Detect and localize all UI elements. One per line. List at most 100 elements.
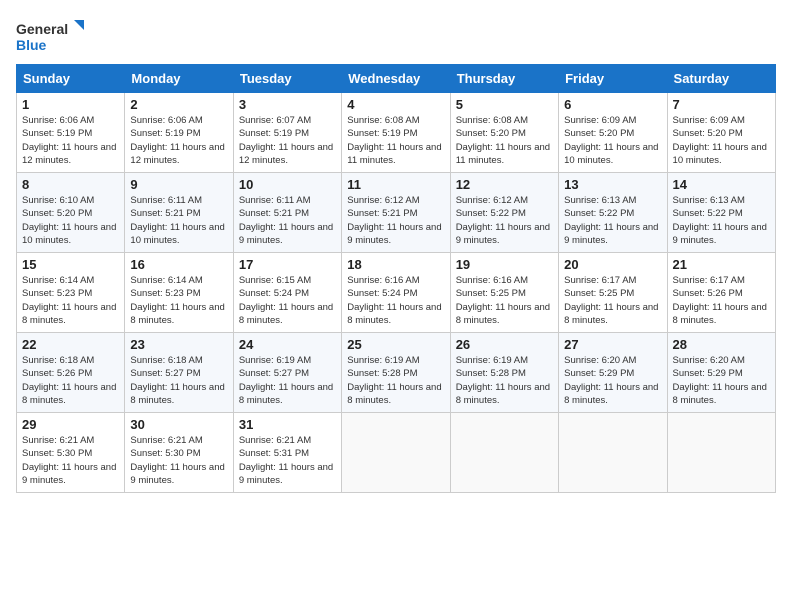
calendar-table: Sunday Monday Tuesday Wednesday Thursday… [16, 64, 776, 493]
calendar-cell [667, 413, 775, 493]
header: General Blue [16, 16, 776, 56]
day-info: Sunrise: 6:07 AMSunset: 5:19 PMDaylight:… [239, 115, 333, 166]
day-number: 17 [239, 257, 336, 272]
day-number: 13 [564, 177, 661, 192]
day-number: 5 [456, 97, 553, 112]
calendar-cell: 18 Sunrise: 6:16 AMSunset: 5:24 PMDaylig… [342, 253, 450, 333]
day-info: Sunrise: 6:12 AMSunset: 5:21 PMDaylight:… [347, 195, 441, 246]
day-number: 14 [673, 177, 770, 192]
calendar-row-4: 22 Sunrise: 6:18 AMSunset: 5:26 PMDaylig… [17, 333, 776, 413]
calendar-cell: 20 Sunrise: 6:17 AMSunset: 5:25 PMDaylig… [559, 253, 667, 333]
day-info: Sunrise: 6:21 AMSunset: 5:31 PMDaylight:… [239, 435, 333, 486]
calendar-cell: 26 Sunrise: 6:19 AMSunset: 5:28 PMDaylig… [450, 333, 558, 413]
calendar-cell: 16 Sunrise: 6:14 AMSunset: 5:23 PMDaylig… [125, 253, 233, 333]
header-thursday: Thursday [450, 65, 558, 93]
day-number: 30 [130, 417, 227, 432]
day-info: Sunrise: 6:11 AMSunset: 5:21 PMDaylight:… [239, 195, 333, 246]
calendar-cell: 9 Sunrise: 6:11 AMSunset: 5:21 PMDayligh… [125, 173, 233, 253]
day-number: 16 [130, 257, 227, 272]
day-number: 26 [456, 337, 553, 352]
day-number: 6 [564, 97, 661, 112]
day-info: Sunrise: 6:16 AMSunset: 5:24 PMDaylight:… [347, 275, 441, 326]
calendar-cell: 1 Sunrise: 6:06 AMSunset: 5:19 PMDayligh… [17, 93, 125, 173]
calendar-cell [450, 413, 558, 493]
calendar-cell: 23 Sunrise: 6:18 AMSunset: 5:27 PMDaylig… [125, 333, 233, 413]
day-number: 8 [22, 177, 119, 192]
day-number: 12 [456, 177, 553, 192]
header-saturday: Saturday [667, 65, 775, 93]
logo-svg: General Blue [16, 16, 86, 56]
day-number: 10 [239, 177, 336, 192]
day-number: 1 [22, 97, 119, 112]
day-number: 24 [239, 337, 336, 352]
calendar-cell: 4 Sunrise: 6:08 AMSunset: 5:19 PMDayligh… [342, 93, 450, 173]
day-info: Sunrise: 6:08 AMSunset: 5:19 PMDaylight:… [347, 115, 441, 166]
calendar-row-2: 8 Sunrise: 6:10 AMSunset: 5:20 PMDayligh… [17, 173, 776, 253]
day-number: 29 [22, 417, 119, 432]
calendar-cell: 12 Sunrise: 6:12 AMSunset: 5:22 PMDaylig… [450, 173, 558, 253]
day-info: Sunrise: 6:09 AMSunset: 5:20 PMDaylight:… [564, 115, 658, 166]
calendar-cell: 14 Sunrise: 6:13 AMSunset: 5:22 PMDaylig… [667, 173, 775, 253]
calendar-cell: 2 Sunrise: 6:06 AMSunset: 5:19 PMDayligh… [125, 93, 233, 173]
day-number: 7 [673, 97, 770, 112]
day-number: 23 [130, 337, 227, 352]
calendar-cell: 8 Sunrise: 6:10 AMSunset: 5:20 PMDayligh… [17, 173, 125, 253]
day-info: Sunrise: 6:15 AMSunset: 5:24 PMDaylight:… [239, 275, 333, 326]
day-info: Sunrise: 6:17 AMSunset: 5:26 PMDaylight:… [673, 275, 767, 326]
day-number: 3 [239, 97, 336, 112]
calendar-cell: 22 Sunrise: 6:18 AMSunset: 5:26 PMDaylig… [17, 333, 125, 413]
calendar-cell: 10 Sunrise: 6:11 AMSunset: 5:21 PMDaylig… [233, 173, 341, 253]
calendar-cell: 11 Sunrise: 6:12 AMSunset: 5:21 PMDaylig… [342, 173, 450, 253]
day-info: Sunrise: 6:11 AMSunset: 5:21 PMDaylight:… [130, 195, 224, 246]
calendar-cell: 17 Sunrise: 6:15 AMSunset: 5:24 PMDaylig… [233, 253, 341, 333]
day-number: 19 [456, 257, 553, 272]
day-number: 4 [347, 97, 444, 112]
day-number: 18 [347, 257, 444, 272]
calendar-row-3: 15 Sunrise: 6:14 AMSunset: 5:23 PMDaylig… [17, 253, 776, 333]
day-info: Sunrise: 6:18 AMSunset: 5:26 PMDaylight:… [22, 355, 116, 406]
day-info: Sunrise: 6:13 AMSunset: 5:22 PMDaylight:… [673, 195, 767, 246]
day-info: Sunrise: 6:19 AMSunset: 5:28 PMDaylight:… [456, 355, 550, 406]
day-number: 31 [239, 417, 336, 432]
day-number: 9 [130, 177, 227, 192]
day-number: 20 [564, 257, 661, 272]
calendar-cell: 21 Sunrise: 6:17 AMSunset: 5:26 PMDaylig… [667, 253, 775, 333]
header-tuesday: Tuesday [233, 65, 341, 93]
day-info: Sunrise: 6:20 AMSunset: 5:29 PMDaylight:… [564, 355, 658, 406]
day-info: Sunrise: 6:19 AMSunset: 5:27 PMDaylight:… [239, 355, 333, 406]
calendar-cell [342, 413, 450, 493]
day-number: 21 [673, 257, 770, 272]
days-header-row: Sunday Monday Tuesday Wednesday Thursday… [17, 65, 776, 93]
day-info: Sunrise: 6:21 AMSunset: 5:30 PMDaylight:… [22, 435, 116, 486]
calendar-cell: 19 Sunrise: 6:16 AMSunset: 5:25 PMDaylig… [450, 253, 558, 333]
header-wednesday: Wednesday [342, 65, 450, 93]
day-info: Sunrise: 6:09 AMSunset: 5:20 PMDaylight:… [673, 115, 767, 166]
day-info: Sunrise: 6:21 AMSunset: 5:30 PMDaylight:… [130, 435, 224, 486]
day-info: Sunrise: 6:13 AMSunset: 5:22 PMDaylight:… [564, 195, 658, 246]
day-info: Sunrise: 6:17 AMSunset: 5:25 PMDaylight:… [564, 275, 658, 326]
calendar-row-1: 1 Sunrise: 6:06 AMSunset: 5:19 PMDayligh… [17, 93, 776, 173]
day-info: Sunrise: 6:20 AMSunset: 5:29 PMDaylight:… [673, 355, 767, 406]
header-monday: Monday [125, 65, 233, 93]
day-number: 25 [347, 337, 444, 352]
header-sunday: Sunday [17, 65, 125, 93]
day-info: Sunrise: 6:18 AMSunset: 5:27 PMDaylight:… [130, 355, 224, 406]
calendar-cell: 29 Sunrise: 6:21 AMSunset: 5:30 PMDaylig… [17, 413, 125, 493]
calendar-cell: 15 Sunrise: 6:14 AMSunset: 5:23 PMDaylig… [17, 253, 125, 333]
calendar-row-5: 29 Sunrise: 6:21 AMSunset: 5:30 PMDaylig… [17, 413, 776, 493]
day-info: Sunrise: 6:06 AMSunset: 5:19 PMDaylight:… [22, 115, 116, 166]
calendar-cell: 28 Sunrise: 6:20 AMSunset: 5:29 PMDaylig… [667, 333, 775, 413]
calendar-cell: 25 Sunrise: 6:19 AMSunset: 5:28 PMDaylig… [342, 333, 450, 413]
day-number: 15 [22, 257, 119, 272]
day-info: Sunrise: 6:14 AMSunset: 5:23 PMDaylight:… [130, 275, 224, 326]
calendar-cell [559, 413, 667, 493]
day-info: Sunrise: 6:10 AMSunset: 5:20 PMDaylight:… [22, 195, 116, 246]
calendar-cell: 5 Sunrise: 6:08 AMSunset: 5:20 PMDayligh… [450, 93, 558, 173]
calendar-cell: 24 Sunrise: 6:19 AMSunset: 5:27 PMDaylig… [233, 333, 341, 413]
day-number: 28 [673, 337, 770, 352]
logo: General Blue [16, 16, 86, 56]
header-friday: Friday [559, 65, 667, 93]
day-info: Sunrise: 6:14 AMSunset: 5:23 PMDaylight:… [22, 275, 116, 326]
day-info: Sunrise: 6:12 AMSunset: 5:22 PMDaylight:… [456, 195, 550, 246]
calendar-cell: 7 Sunrise: 6:09 AMSunset: 5:20 PMDayligh… [667, 93, 775, 173]
